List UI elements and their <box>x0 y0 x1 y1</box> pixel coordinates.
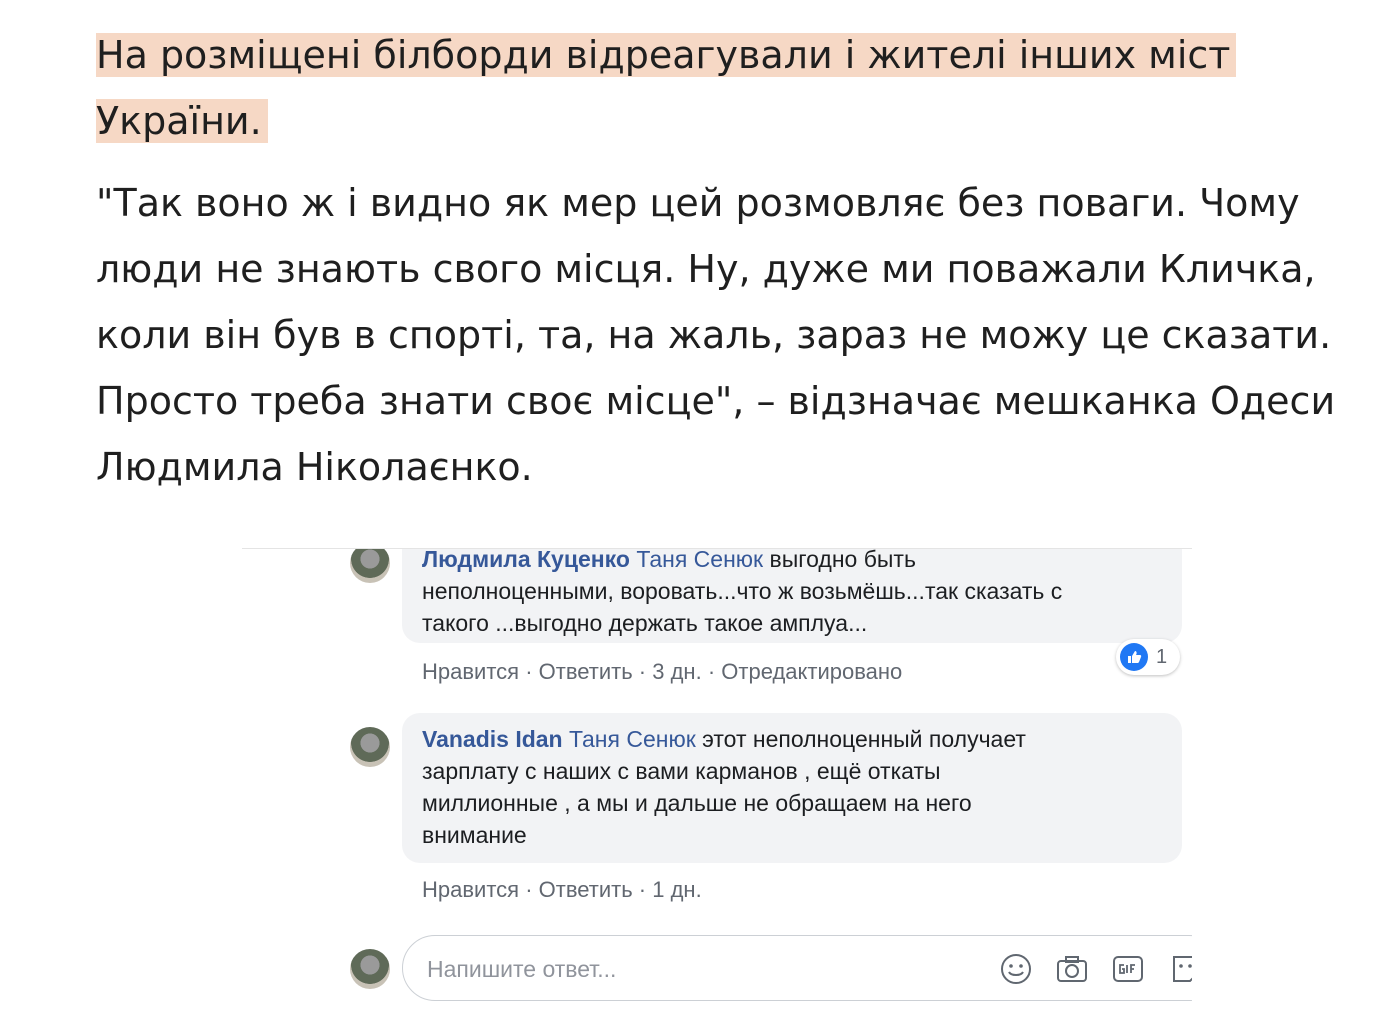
comment-author[interactable]: Vanadis Idan <box>422 726 563 752</box>
sticker-icon[interactable] <box>1169 952 1192 986</box>
quote-paragraph: "Так воно ж і видно як мер цей розмовляє… <box>96 181 1336 489</box>
comment-actions: Нравится · Ответить · 1 дн. <box>422 877 702 902</box>
like-link[interactable]: Нравится <box>422 659 519 684</box>
gif-icon[interactable] <box>1111 952 1145 986</box>
comment-text-line: выгодно быть <box>763 548 916 572</box>
reply-link[interactable]: Ответить <box>539 659 633 684</box>
highlighted-text: На розміщені білборди відреагували і жит… <box>96 33 1237 143</box>
avatar <box>350 949 390 989</box>
comment-text-line: такого ...выгодно держать такое амплуа..… <box>422 610 868 636</box>
emoji-icon[interactable] <box>999 952 1033 986</box>
reply-input[interactable] <box>425 950 949 988</box>
comment-time[interactable]: 1 дн. <box>652 877 701 902</box>
comment-time[interactable]: 3 дн. <box>652 659 701 684</box>
thumbs-up-icon <box>1120 643 1148 671</box>
article-body: На розміщені білборди відреагували і жит… <box>96 22 1336 500</box>
comment-text-line: внимание <box>422 822 527 848</box>
comment-text-line: зарплату с наших с вами карманов , ещё о… <box>422 758 941 784</box>
like-link[interactable]: Нравится <box>422 877 519 902</box>
highlighted-paragraph: На розміщені білборди відреагували і жит… <box>96 22 1336 154</box>
avatar <box>350 549 390 583</box>
comment-author[interactable]: Людмила Куценко <box>422 549 630 572</box>
reply-field[interactable] <box>402 935 1192 1001</box>
reaction-count: 1 <box>1156 645 1168 668</box>
edited-label: Отредактировано <box>721 659 903 684</box>
comment-text-line: этот неполноценный получает <box>695 726 1026 752</box>
comment-bubble: Vanadis Idan Таня Сенюк этот неполноценн… <box>402 713 1182 863</box>
comment-text-line: миллионные , а мы и дальше не обращаем н… <box>422 790 972 816</box>
comment-actions: Нравится · Ответить · 3 дн. · Отредактир… <box>422 659 903 684</box>
reply-link[interactable]: Ответить <box>539 877 633 902</box>
comment-mention[interactable]: Таня Сенюк <box>636 549 763 572</box>
comment-bubble: Людмила Куценко Таня Сенюк выгодно быть … <box>402 548 1182 643</box>
camera-icon[interactable] <box>1055 952 1089 986</box>
facebook-comments-screenshot: Людмила Куценко Таня Сенюк выгодно быть … <box>242 548 1192 1009</box>
avatar <box>350 727 390 767</box>
comment-mention[interactable]: Таня Сенюк <box>569 726 696 752</box>
reaction-badge[interactable]: 1 <box>1116 639 1180 675</box>
comment-text-line: неполноценными, воровать...что ж возьмёш… <box>422 578 1063 604</box>
